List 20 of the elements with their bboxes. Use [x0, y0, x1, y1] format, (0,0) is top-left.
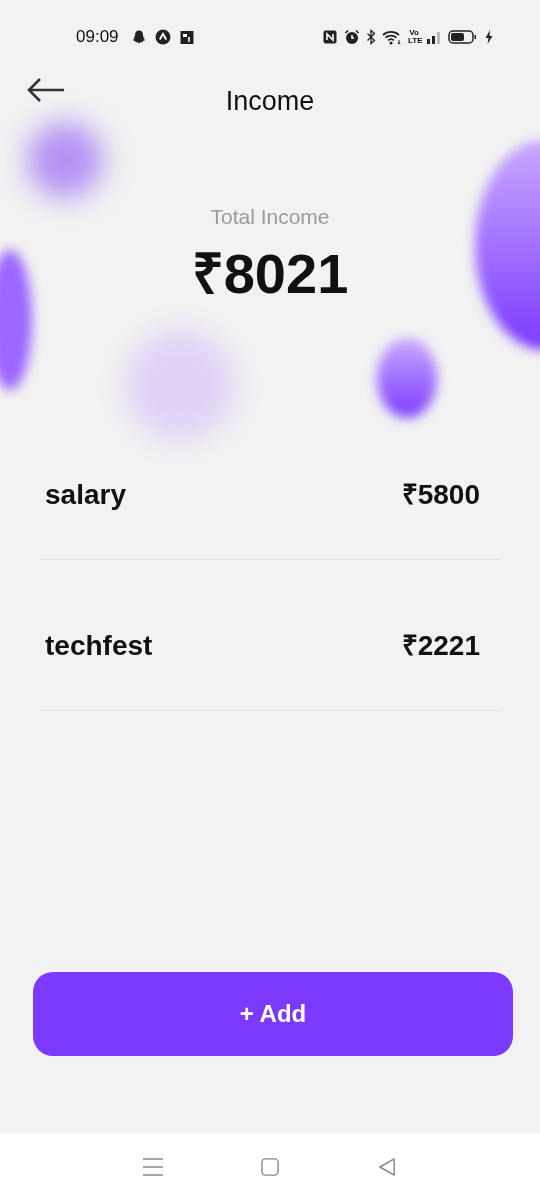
circle-chevron-icon [154, 28, 171, 45]
battery-icon [448, 28, 478, 45]
charging-icon [484, 28, 494, 45]
income-amount: ₹2221 [401, 630, 480, 662]
home-icon[interactable] [260, 1157, 280, 1176]
alarm-icon [344, 28, 360, 45]
income-name: techfest [45, 630, 153, 662]
wifi-icon [382, 28, 402, 45]
total-label: Total Income [210, 205, 330, 229]
status-time: 09:09 [76, 26, 119, 47]
add-button[interactable]: + Add [33, 972, 513, 1056]
nfc-icon [322, 28, 338, 45]
income-name: salary [45, 479, 126, 511]
back-icon[interactable] [376, 1157, 397, 1176]
total-amount: ₹8021 [191, 241, 349, 307]
menu-icon[interactable] [143, 1157, 164, 1176]
income-amount: ₹5800 [401, 479, 480, 511]
bluetooth-icon [366, 28, 376, 45]
back-button[interactable] [26, 77, 66, 103]
page-title: Income [225, 86, 315, 117]
